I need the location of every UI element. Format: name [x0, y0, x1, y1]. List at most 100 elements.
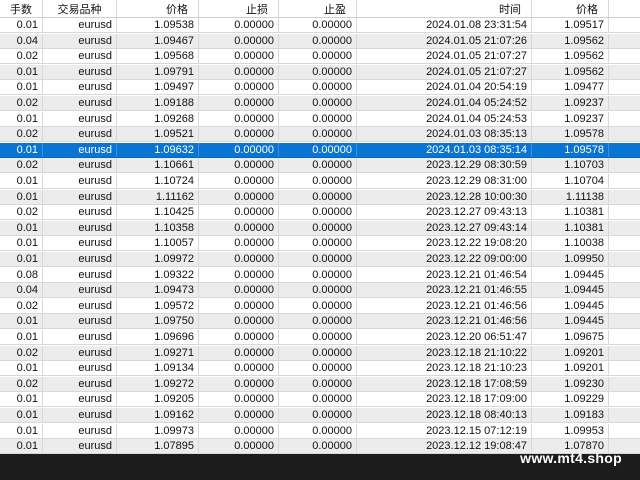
table-row[interactable]: 0.02 eurusd 1.09568 0.00000 0.00000 2024.01.0… — [0, 49, 640, 65]
cell-time: 2024.01.04 05:24:53 — [357, 111, 532, 126]
table-row[interactable]: 0.02 eurusd 1.10661 0.00000 0.00000 2023.12.2… — [0, 158, 640, 174]
column-header-time[interactable]: 时间 — [357, 0, 532, 17]
cell-time: 2024.01.05 21:07:27 — [357, 64, 532, 79]
table-row[interactable]: 0.01 eurusd 1.09268 0.00000 0.00000 2024.01.0… — [0, 111, 640, 127]
cell-stop-loss: 0.00000 — [199, 33, 279, 48]
row-filler — [609, 314, 640, 328]
table-row[interactable]: 0.01 eurusd 1.09973 0.00000 0.00000 2023.12.1… — [0, 423, 640, 439]
cell-stop-loss: 0.00000 — [199, 283, 279, 298]
row-filler — [609, 18, 640, 32]
cell-time: 2023.12.18 08:40:13 — [357, 408, 532, 422]
table-row[interactable]: 0.02 eurusd 1.09272 0.00000 0.00000 2023.12.1… — [0, 376, 640, 392]
table-row-selected[interactable]: 0.01 eurusd 1.09632 0.00000 0.00000 2024.01.0… — [0, 142, 640, 158]
table-row[interactable]: 0.01 eurusd 1.09134 0.00000 0.00000 2023.12.1… — [0, 361, 640, 377]
table-row[interactable]: 0.04 eurusd 1.09473 0.00000 0.00000 2023.12.2… — [0, 283, 640, 299]
cell-time: 2024.01.03 08:35:13 — [357, 127, 532, 142]
row-filler — [609, 205, 640, 219]
row-filler — [609, 221, 640, 235]
cell-symbol: eurusd — [43, 423, 117, 438]
cell-stop-loss: 0.00000 — [199, 361, 279, 376]
cell-take-profit: 0.00000 — [279, 96, 357, 110]
cell-symbol: eurusd — [43, 33, 117, 48]
cell-time: 2023.12.29 08:30:59 — [357, 158, 532, 173]
column-header-open-price[interactable]: 价格 — [117, 0, 199, 17]
cell-symbol: eurusd — [43, 49, 117, 64]
cell-take-profit: 0.00000 — [279, 283, 357, 298]
cell-stop-loss: 0.00000 — [199, 267, 279, 282]
table-row[interactable]: 0.02 eurusd 1.09572 0.00000 0.00000 2023.12.2… — [0, 298, 640, 314]
table-row[interactable]: 0.01 eurusd 1.09750 0.00000 0.00000 2023.12.2… — [0, 314, 640, 330]
column-header-lots[interactable]: 手数 — [0, 0, 43, 17]
table-row[interactable]: 0.02 eurusd 1.09271 0.00000 0.00000 2023.12.1… — [0, 345, 640, 361]
cell-lots: 0.01 — [0, 252, 43, 266]
cell-lots: 0.01 — [0, 64, 43, 79]
column-header-symbol[interactable]: 交易品种 — [43, 0, 117, 17]
table-row[interactable]: 0.01 eurusd 1.09696 0.00000 0.00000 2023.12.2… — [0, 330, 640, 345]
row-filler — [609, 34, 640, 48]
cell-close-price: 1.09445 — [532, 283, 609, 298]
cell-time: 2023.12.12 19:08:47 — [357, 439, 532, 454]
cell-stop-loss: 0.00000 — [199, 345, 279, 360]
table-row[interactable]: 0.02 eurusd 1.09521 0.00000 0.00000 2024.01.0… — [0, 127, 640, 143]
cell-open-price: 1.09497 — [117, 80, 199, 95]
cell-open-price: 1.09268 — [117, 111, 199, 126]
cell-time: 2023.12.21 01:46:56 — [357, 314, 532, 329]
row-filler — [609, 112, 640, 126]
cell-time: 2024.01.04 20:54:19 — [357, 80, 532, 95]
cell-close-price: 1.09953 — [532, 423, 609, 438]
cell-lots: 0.01 — [0, 189, 43, 204]
cell-lots: 0.01 — [0, 439, 43, 454]
cell-close-price: 1.09445 — [532, 314, 609, 329]
cell-symbol: eurusd — [43, 111, 117, 126]
table-row[interactable]: 0.01 eurusd 1.10358 0.00000 0.00000 2023.12.2… — [0, 220, 640, 236]
cell-stop-loss: 0.00000 — [199, 80, 279, 95]
cell-take-profit: 0.00000 — [279, 189, 357, 204]
column-header-stop-loss[interactable]: 止损 — [199, 0, 279, 17]
table-row[interactable]: 0.04 eurusd 1.09467 0.00000 0.00000 2024.01.0… — [0, 33, 640, 49]
cell-symbol: eurusd — [43, 174, 117, 188]
table-row[interactable]: 0.01 eurusd 1.09791 0.00000 0.00000 2024.01.0… — [0, 64, 640, 80]
table-row[interactable]: 0.01 eurusd 1.11162 0.00000 0.00000 2023.12.2… — [0, 189, 640, 205]
cell-lots: 0.01 — [0, 18, 43, 32]
cell-stop-loss: 0.00000 — [199, 189, 279, 204]
cell-open-price: 1.09972 — [117, 252, 199, 266]
table-row[interactable]: 0.01 eurusd 1.09162 0.00000 0.00000 2023.12.1… — [0, 408, 640, 423]
cell-close-price: 1.11138 — [532, 189, 609, 204]
cell-symbol: eurusd — [43, 142, 117, 157]
row-filler — [609, 174, 640, 188]
table-row[interactable]: 0.02 eurusd 1.09188 0.00000 0.00000 2024.01.0… — [0, 96, 640, 111]
cell-stop-loss: 0.00000 — [199, 158, 279, 173]
table-row[interactable]: 0.01 eurusd 1.09205 0.00000 0.00000 2023.12.1… — [0, 392, 640, 408]
cell-open-price: 1.09205 — [117, 392, 199, 407]
column-header-close-price[interactable]: 价格 — [532, 0, 609, 17]
table-row[interactable]: 0.01 eurusd 1.09972 0.00000 0.00000 2023.12.2… — [0, 252, 640, 267]
cell-open-price: 1.10425 — [117, 205, 199, 220]
cell-open-price: 1.09750 — [117, 314, 199, 329]
table-header: 手数 交易品种 价格 止损 止盈 时间 价格 — [0, 0, 640, 18]
cell-time: 2024.01.05 21:07:27 — [357, 49, 532, 64]
row-filler — [609, 346, 640, 360]
cell-stop-loss: 0.00000 — [199, 220, 279, 235]
cell-symbol: eurusd — [43, 408, 117, 422]
cell-time: 2023.12.28 10:00:30 — [357, 189, 532, 204]
column-header-take-profit[interactable]: 止盈 — [279, 0, 357, 17]
table-row[interactable]: 0.01 eurusd 1.09538 0.00000 0.00000 2024.01.0… — [0, 18, 640, 33]
cell-open-price: 1.09134 — [117, 361, 199, 376]
cell-symbol: eurusd — [43, 376, 117, 391]
cell-time: 2023.12.18 17:08:59 — [357, 376, 532, 391]
cell-symbol: eurusd — [43, 158, 117, 173]
table-row[interactable]: 0.01 eurusd 1.09497 0.00000 0.00000 2024.01.0… — [0, 80, 640, 96]
table-row[interactable]: 0.01 eurusd 1.10724 0.00000 0.00000 2023.12.2… — [0, 174, 640, 189]
cell-close-price: 1.10703 — [532, 158, 609, 173]
cell-take-profit: 0.00000 — [279, 18, 357, 32]
table-row[interactable]: 0.08 eurusd 1.09322 0.00000 0.00000 2023.12.2… — [0, 267, 640, 283]
cell-time: 2023.12.18 21:10:22 — [357, 345, 532, 360]
cell-symbol: eurusd — [43, 314, 117, 329]
cell-stop-loss: 0.00000 — [199, 408, 279, 422]
cell-stop-loss: 0.00000 — [199, 127, 279, 142]
cell-time: 2023.12.27 09:43:14 — [357, 220, 532, 235]
table-row[interactable]: 0.02 eurusd 1.10425 0.00000 0.00000 2023.12.2… — [0, 205, 640, 221]
table-row[interactable]: 0.01 eurusd 1.10057 0.00000 0.00000 2023.12.2… — [0, 236, 640, 252]
cell-close-price: 1.09562 — [532, 49, 609, 64]
cell-lots: 0.02 — [0, 158, 43, 173]
